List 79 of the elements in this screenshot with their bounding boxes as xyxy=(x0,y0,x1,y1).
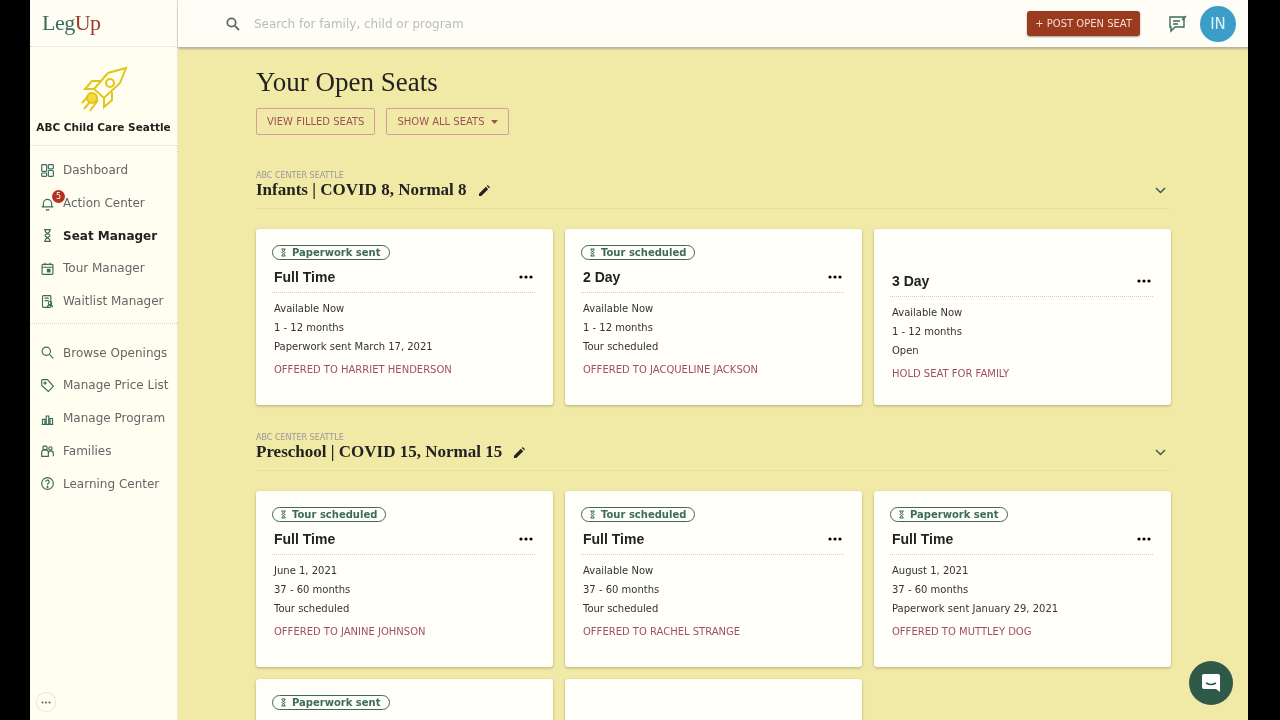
nav-icon xyxy=(40,293,55,309)
edit-icon[interactable] xyxy=(514,446,526,458)
filter-button[interactable]: VIEW FILLED SEATS xyxy=(256,108,376,135)
hourglass-icon xyxy=(279,697,288,708)
seat-detail: 37 - 60 months xyxy=(582,583,661,597)
chat-button[interactable] xyxy=(1189,661,1233,705)
chevron-down-icon[interactable] xyxy=(1155,186,1166,194)
nav-icon xyxy=(40,443,55,459)
more-icon[interactable] xyxy=(1137,537,1151,541)
seat-detail: August 1, 2021 xyxy=(891,564,970,578)
seat-detail: 1 - 12 months xyxy=(273,321,345,335)
center-label: ABC CENTER SEATTLE xyxy=(256,171,345,180)
sidebar-item[interactable]: Manage Price List xyxy=(30,369,177,402)
search-icon xyxy=(226,16,240,31)
sidebar-item[interactable]: Manage Program xyxy=(30,401,177,435)
more-icon xyxy=(41,700,51,704)
seat-detail: Tour scheduled xyxy=(582,340,660,354)
seat-detail: Paperwork sent March 17, 2021 xyxy=(273,340,434,354)
more-icon[interactable] xyxy=(828,275,842,279)
sidebar-item[interactable]: Learning Center xyxy=(30,467,177,500)
more-icon[interactable] xyxy=(519,275,533,279)
hourglass-icon xyxy=(588,509,597,520)
seat-title: 2 Day xyxy=(583,269,621,285)
nav-icon xyxy=(40,377,55,393)
notification-badge: 5 xyxy=(52,189,65,203)
nav-icon xyxy=(40,260,55,276)
seat-action-link[interactable]: OFFERED TO JANINE JOHNSON xyxy=(272,626,535,637)
filter-button[interactable]: SHOW ALL SEATS xyxy=(386,108,509,135)
more-icon[interactable] xyxy=(519,537,533,541)
section-title: Preschool | COVID 15, Normal 15 xyxy=(256,442,503,462)
sidebar-item[interactable]: Browse Openings xyxy=(30,336,177,370)
sidebar-item[interactable]: Dashboard xyxy=(30,154,177,187)
seat-action-link[interactable]: HOLD SEAT FOR FAMILY xyxy=(890,368,1153,379)
seat-detail: 37 - 60 months xyxy=(891,583,970,597)
chevron-down-icon[interactable] xyxy=(1155,448,1166,456)
provider-name: ABC Child Care Seattle xyxy=(36,121,171,133)
seat-detail: Open xyxy=(891,344,920,358)
seat-detail: Tour scheduled xyxy=(582,602,660,616)
search-field[interactable]: Search for family, child or program xyxy=(252,15,586,32)
sidebar-item[interactable]: Families xyxy=(30,434,177,468)
seat-action-link[interactable]: OFFERED TO JACQUELINE JACKSON xyxy=(581,364,844,375)
seat-detail: June 1, 2021 xyxy=(272,564,339,578)
seat-detail: Available Now xyxy=(582,564,655,578)
seat-detail: Available Now xyxy=(891,306,964,320)
sidebar-item[interactable]: Tour Manager xyxy=(30,252,177,285)
chat-icon xyxy=(1201,673,1221,693)
hourglass-icon xyxy=(897,509,906,520)
seat-detail: Available Now xyxy=(273,302,346,316)
caret-icon xyxy=(490,119,498,124)
hourglass-icon xyxy=(279,247,288,258)
section-title: Infants | COVID 8, Normal 8 xyxy=(256,180,467,200)
hourglass-icon xyxy=(588,247,597,258)
seat-title: Full Time xyxy=(892,531,954,547)
hourglass-icon xyxy=(279,509,288,520)
seat-action-link[interactable]: OFFERED TO MUTTLEY DOG xyxy=(890,626,1153,637)
seat-title: Full Time xyxy=(274,269,336,285)
seat-detail: Paperwork sent January 29, 2021 xyxy=(891,602,1060,616)
more-icon[interactable] xyxy=(828,537,842,541)
sidebar-item[interactable]: Seat Manager xyxy=(30,219,177,253)
seat-detail: 1 - 12 months xyxy=(582,321,654,335)
seat-action-link[interactable]: OFFERED TO HARRIET HENDERSON xyxy=(272,364,535,375)
more-icon[interactable] xyxy=(1137,279,1151,283)
seat-detail: 37 - 60 months xyxy=(273,583,352,597)
seat-action-link[interactable]: OFFERED TO RACHEL STRANGE xyxy=(581,626,844,637)
nav-icon xyxy=(40,345,55,361)
message-icon[interactable] xyxy=(1168,13,1188,34)
nav-icon xyxy=(40,162,55,178)
sidebar-item[interactable]: Waitlist Manager xyxy=(30,284,177,318)
seat-detail: Available Now xyxy=(582,302,655,316)
seat-title: Full Time xyxy=(583,531,645,547)
edit-icon[interactable] xyxy=(478,184,490,196)
page-title: Your Open Seats xyxy=(256,67,439,98)
nav-icon xyxy=(40,476,55,492)
center-label: ABC CENTER SEATTLE xyxy=(256,433,345,442)
seat-title: Full Time xyxy=(274,531,336,547)
seat-detail: 1 - 12 months xyxy=(891,325,963,339)
seat-detail: Tour scheduled xyxy=(273,602,351,616)
seat-title: 3 Day xyxy=(892,273,930,289)
post-open-seat-button[interactable]: + POST OPEN SEAT xyxy=(1027,11,1140,36)
